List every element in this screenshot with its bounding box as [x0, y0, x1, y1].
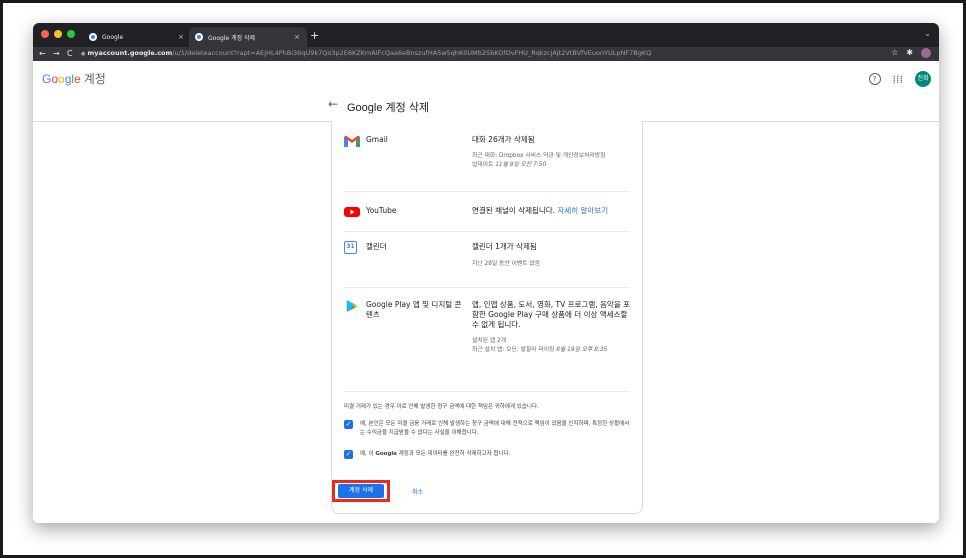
logo-letter: G [42, 72, 52, 86]
logo-letter: o [58, 72, 65, 86]
service-detail: 지난 28일 동안 이벤트 없음 [472, 261, 541, 267]
url-field[interactable]: ● myaccount.google.com/u/1/deleteaccount… [81, 49, 651, 57]
tab-delete-account[interactable]: Google 계정 삭제 × [189, 27, 307, 47]
address-bar: ← → C ● myaccount.google.com/u/1/deletea… [33, 47, 939, 61]
forward-button[interactable]: → [53, 49, 60, 58]
extensions-icon[interactable]: ✱ [906, 48, 913, 58]
tab-search-icon[interactable]: ⌄ [924, 29, 931, 38]
url-path: /u/1/deleteaccount?rapt=AEjHL4PhBi36qU9k… [172, 49, 652, 57]
reload-button[interactable]: C [67, 49, 73, 58]
service-status: 연결된 채널이 삭제됩니다. 자세히 알아보기 [472, 206, 609, 215]
help-icon[interactable]: ? [868, 73, 881, 85]
lock-icon: ● [81, 51, 86, 57]
calendar-icon: 31 [344, 241, 357, 254]
service-detail-date: 최근 설치 앱: 오딘: 발할라 라이징 8월 19일 오후 8:35 [472, 347, 608, 353]
service-row-calendar: 31 캘린더 캘린더 1개가 삭제됨 지난 28일 동안 이벤트 없음 [344, 231, 630, 288]
google-account-logo[interactable]: Google 계정 [42, 70, 106, 87]
service-name: 캘린더 [366, 242, 387, 251]
google-favicon-icon [89, 33, 97, 41]
delete-confirm-checkbox-label: 예, 이 Google 계정과 모든 데이터를 완전히 삭제하고자 합니다. [360, 451, 511, 457]
service-name: Google Play 앱 및 디지털 콘텐츠 [366, 300, 462, 319]
google-play-icon [346, 299, 358, 313]
liability-checkbox-label: 예, 본인은 모든 미결 금융 거래로 인해 발생하는 청구 금액에 대해 전적… [360, 421, 630, 436]
back-arrow-icon[interactable]: ← [328, 97, 338, 111]
close-tab-icon[interactable]: × [178, 33, 184, 41]
url-host: myaccount.google.com [87, 49, 173, 57]
service-status: 캘린더 1개가 삭제됨 [472, 242, 537, 251]
tab-google[interactable]: Google × [83, 27, 191, 47]
google-favicon-icon [195, 33, 203, 41]
new-tab-button[interactable]: + [310, 29, 319, 42]
profile-avatar[interactable] [921, 48, 931, 58]
service-status: 앱, 인앱 상품, 도서, 영화, TV 프로그램, 음악을 포함한 Googl… [472, 300, 631, 329]
service-row-google-play: Google Play 앱 및 디지털 콘텐츠 앱, 인앱 상품, 도서, 영화… [344, 287, 630, 392]
tab-title: Google 계정 삭제 [208, 34, 256, 42]
browser-window: Google × Google 계정 삭제 × + ⌄ ← → C ● myac… [33, 23, 939, 523]
page-title: Google 계정 삭제 [347, 102, 430, 114]
page-content: Google 계정 ? ⁞⁞⁞ 진희 ← Google 계정 삭제 Gmail 대 [33, 61, 939, 523]
service-row-gmail: Gmail 대화 26개가 삭제됨 최근 대화: Dropbox 서비스 약관 … [344, 121, 630, 192]
youtube-icon [344, 207, 360, 217]
zoom-window-button[interactable] [67, 30, 75, 38]
page-title-bar: ← Google 계정 삭제 [33, 91, 939, 122]
service-name: YouTube [366, 206, 397, 215]
close-window-button[interactable] [41, 30, 49, 38]
service-row-youtube: YouTube 연결된 채널이 삭제됩니다. 자세히 알아보기 [344, 191, 630, 232]
liability-notice: 미결 거래가 있는 경우 이로 인해 발생한 청구 금액에 대한 책임은 귀하에… [344, 404, 539, 410]
service-name: Gmail [366, 135, 388, 144]
tab-bar: Google × Google 계정 삭제 × + ⌄ [33, 23, 939, 47]
user-avatar[interactable]: 진희 [915, 71, 931, 87]
back-button[interactable]: ← [39, 49, 46, 58]
delete-confirm-checkbox[interactable]: ✓ [344, 450, 353, 459]
logo-letter: e [74, 72, 81, 86]
tab-title: Google [102, 33, 124, 41]
gmail-icon [344, 135, 360, 147]
deletion-card: Gmail 대화 26개가 삭제됨 최근 대화: Dropbox 서비스 약관 … [331, 121, 643, 514]
liability-checkbox[interactable]: ✓ [344, 420, 353, 429]
bookmark-star-icon[interactable]: ☆ [891, 48, 898, 58]
close-tab-icon[interactable]: × [294, 33, 300, 41]
toolbar-icons: ☆ ✱ [891, 48, 931, 58]
service-detail: 설치된 앱 2개 [472, 338, 507, 344]
minimize-window-button[interactable] [54, 30, 62, 38]
service-detail: 최근 대화: Dropbox 서비스 약관 및 개인정보처리방침 [472, 153, 606, 159]
service-detail-date: 업데이트 11월 8일 오전 7:50 [472, 162, 547, 168]
learn-more-link[interactable]: 자세히 알아보기 [557, 206, 608, 215]
cancel-button[interactable]: 취소 [412, 487, 423, 496]
window-controls [41, 30, 75, 38]
delete-account-button[interactable]: 계정 삭제 [338, 484, 384, 498]
apps-grid-icon[interactable]: ⁞⁞⁞ [893, 73, 904, 86]
service-status: 대화 26개가 삭제됨 [472, 135, 535, 144]
header-actions: ? ⁞⁞⁞ 진희 [868, 71, 931, 87]
screenshot-frame: Google × Google 계정 삭제 × + ⌄ ← → C ● myac… [0, 0, 966, 558]
account-label: 계정 [83, 72, 106, 86]
google-logo: Google [42, 72, 81, 86]
